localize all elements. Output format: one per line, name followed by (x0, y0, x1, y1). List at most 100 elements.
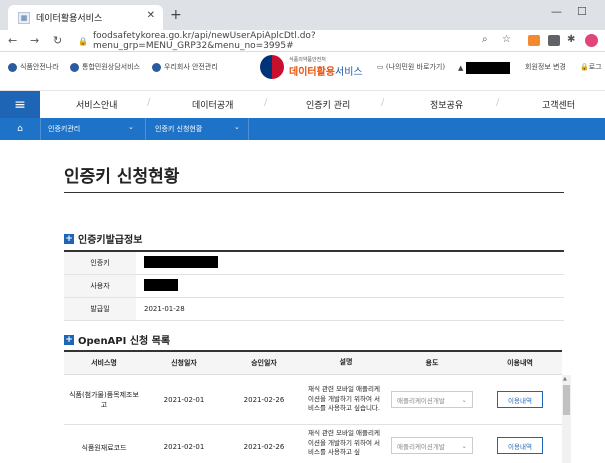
taegeuk-logo-icon (260, 55, 284, 79)
logout-label: 로그 (588, 63, 602, 71)
site-utility-bar: 식품안전나라 통합민원상담서비스 우리회사 안전관리 식품의약품안전처 데이터활… (0, 52, 605, 82)
main-navigation: ≡ 서비스안내 / 데이터공개 / 인증키 관리 / 정보공유 / 고객센터 (0, 90, 605, 119)
purpose-cell: 애플리케이션개발 ⌄ (386, 429, 478, 454)
usage-cell: 이용내역 (478, 429, 562, 454)
column-header: 용도 (425, 359, 439, 367)
purpose-cell: 애플리케이션개발 ⌄ (386, 391, 478, 408)
breadcrumb-divider (145, 118, 146, 140)
purpose-value: 애플리케이션개발 (397, 442, 445, 451)
nav-divider: / (381, 97, 385, 108)
maximize-icon[interactable]: ☐ (577, 5, 587, 18)
plus-icon: + (64, 334, 74, 345)
nav-item-info-share[interactable]: 정보공유 (430, 98, 463, 111)
bookmark-star-icon[interactable]: ☆ (502, 34, 511, 45)
breadcrumb-divider (40, 118, 41, 140)
extension-icon[interactable] (548, 35, 560, 46)
civil-logo-icon (70, 62, 79, 72)
purpose-value: 애플리케이션개발 (397, 396, 445, 405)
breadcrumb: ⌂ 인증키관리 ⌄ 인증키 신청현황 ⌄ (0, 118, 605, 140)
redacted-user (465, 62, 510, 74)
util-link-company[interactable]: 우리회사 안전관리 (152, 62, 218, 72)
usage-history-button[interactable]: 이용내역 (497, 437, 543, 454)
redacted-user (144, 279, 178, 291)
scroll-up-icon[interactable]: ▲ (563, 376, 567, 382)
shortcut-link[interactable]: ▭ (나의민원 바로가기) (377, 62, 445, 72)
url-text: foodsafetykorea.go.kr/api/newUserApiAplc… (92, 31, 316, 51)
nav-divider: / (147, 97, 151, 108)
breadcrumb-item-status[interactable]: 인증키 신청현황 (155, 124, 202, 134)
info-row-key: 인증키 (64, 252, 564, 275)
purpose-select[interactable]: 애플리케이션개발 ⌄ (391, 437, 473, 454)
logo-title-a: 데이터활용 (289, 67, 335, 78)
member-info-link[interactable]: 회원정보 변경 (525, 62, 566, 72)
approved-date: 2021-02-26 (243, 443, 285, 451)
openapi-heading-label: OpenAPI 신청 목록 (78, 336, 171, 347)
info-value-key (136, 256, 218, 270)
reload-icon[interactable]: ↻ (53, 34, 62, 47)
scrollbar-thumb[interactable] (563, 385, 570, 415)
column-header: 승인일자 (251, 359, 277, 367)
nav-item-key-manage[interactable]: 인증키 관리 (306, 98, 350, 111)
nav-item-service-guide[interactable]: 서비스안내 (76, 98, 117, 111)
site-logo[interactable]: 식품의약품안전처 데이터활용서비스 (260, 55, 363, 79)
nav-item-data-open[interactable]: 데이터공개 (192, 98, 233, 111)
tab-title: 데이터활용서비스 (36, 14, 103, 24)
issue-section-heading: + 인증키발급정보 (64, 231, 142, 246)
menu-icon[interactable]: ≡ (0, 91, 40, 119)
column-header: 이용내역 (507, 359, 533, 367)
title-divider (64, 192, 564, 193)
purpose-select[interactable]: 애플리케이션개발 ⌄ (391, 391, 473, 408)
info-label: 발급일 (64, 298, 136, 320)
nav-item-customer-center[interactable]: 고객센터 (542, 98, 575, 111)
close-icon[interactable]: ✕ (147, 10, 155, 21)
service-name: 식품(첨가물)품목제조보고 (69, 390, 139, 409)
info-row-user: 사용자 (64, 275, 564, 298)
puzzle-icon[interactable]: ✱ (567, 34, 575, 45)
util-link-foodsafety[interactable]: 식품안전나라 (8, 62, 59, 72)
new-tab-icon[interactable]: + (170, 7, 182, 23)
usage-history-button[interactable]: 이용내역 (497, 391, 543, 408)
chevron-down-icon[interactable]: ⌄ (234, 123, 240, 131)
profile-avatar[interactable] (585, 34, 598, 47)
zoom-icon[interactable]: ⌕ (482, 34, 488, 45)
forward-icon[interactable]: → (30, 34, 39, 47)
openapi-table: 서비스명 신청일자 승인일자 설명 용도 이용내역 식품(첨가물)품목제조보고 … (64, 350, 562, 463)
address-bar: ← → ↻ 🔒 foodsafetykorea.go.kr/api/newUse… (0, 30, 605, 52)
url-field[interactable]: 🔒 foodsafetykorea.go.kr/api/newUserApiAp… (78, 31, 488, 51)
logout-link[interactable]: 🔒로그 (580, 62, 602, 72)
util-link-civil[interactable]: 통합민원상담서비스 (70, 62, 140, 72)
table-row: 식품(첨가물)품목제조보고 2021-02-01 2021-02-26 재식 관… (64, 375, 562, 425)
applied-date: 2021-02-01 (163, 443, 205, 451)
info-label: 인증키 (64, 252, 136, 274)
company-logo-icon (152, 62, 161, 72)
back-icon[interactable]: ← (8, 34, 17, 47)
chevron-down-icon[interactable]: ⌄ (128, 123, 134, 131)
breadcrumb-divider (248, 118, 249, 140)
breadcrumb-item-keymanage[interactable]: 인증키관리 (48, 124, 80, 134)
table-row: 식품원재료코드 2021-02-01 2021-02-26 재식 관련 모바일 … (64, 425, 562, 463)
chevron-down-icon: ⌄ (461, 441, 467, 450)
approved-date: 2021-02-26 (243, 395, 285, 404)
usage-cell: 이용내역 (478, 391, 562, 408)
page-title: 인증키 신청현황 (64, 167, 180, 187)
nav-divider: / (264, 97, 268, 108)
lock-icon: 🔒 (78, 36, 88, 46)
extension-icon[interactable] (528, 35, 540, 46)
table-scrollbar[interactable]: ▲ (562, 375, 571, 463)
home-icon[interactable]: ⌂ (0, 118, 40, 140)
util-link-label: 식품안전나라 (20, 63, 59, 71)
minimize-icon[interactable]: — (551, 5, 562, 18)
browser-tab[interactable]: ▦ 데이터활용서비스 ✕ (8, 5, 163, 30)
foodsafety-logo-icon (8, 62, 17, 72)
info-value-date: 2021-01-28 (144, 305, 185, 313)
description: 재식 관련 모바일 애플리케이션을 개발하기 위하여 서비스를 사용하고 싶 (308, 429, 380, 456)
openapi-section-heading: + OpenAPI 신청 목록 (64, 332, 170, 347)
issue-heading-label: 인증키발급정보 (78, 235, 143, 246)
util-link-label: 우리회사 안전관리 (164, 63, 218, 71)
table-header-row: 서비스명 신청일자 승인일자 설명 용도 이용내역 (64, 352, 562, 375)
column-header: 서비스명 (91, 359, 117, 367)
logout-icon: 🔒 (580, 63, 589, 71)
issue-info-table: 인증키 사용자 발급일 2021-01-28 (64, 250, 564, 321)
column-header: 설명 (339, 358, 353, 367)
plus-icon: + (64, 233, 74, 244)
